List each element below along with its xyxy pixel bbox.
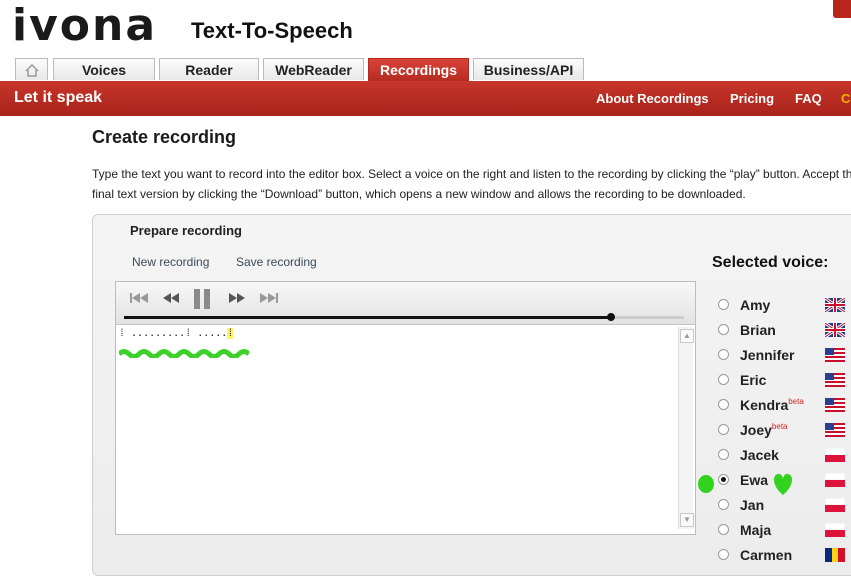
page-title: Create recording (92, 127, 237, 147)
tab-business-api[interactable]: Business/API (473, 58, 584, 80)
main-tabs: Voices Reader WebReader Recordings Busin… (0, 58, 851, 81)
green-annotation-mark (773, 473, 793, 495)
corner-button[interactable] (833, 0, 851, 18)
voice-radio[interactable] (718, 374, 729, 385)
seek-bar[interactable] (124, 313, 684, 321)
intro-line-1: Type the text you want to record into th… (92, 167, 851, 181)
voice-radio[interactable] (718, 449, 729, 460)
text-editor[interactable]: ⁞ .........⁞ .....⁞ (118, 327, 674, 531)
intro-text: Type the text you want to record into th… (92, 164, 851, 204)
flag-us-icon (825, 373, 845, 387)
about-recordings-link[interactable]: About Recordings (596, 91, 709, 106)
editor-box: ⁞ .........⁞ .....⁞ ▲ ▼ (115, 281, 696, 535)
scroll-down-icon[interactable]: ▼ (680, 513, 694, 527)
flag-pl-icon (825, 448, 845, 462)
flag-pl-icon (825, 473, 845, 487)
voice-option-jennifer[interactable]: Jennifer (718, 345, 851, 365)
scroll-up-icon[interactable]: ▲ (680, 329, 694, 343)
faq-link[interactable]: FAQ (795, 91, 822, 106)
forward-icon[interactable] (228, 292, 246, 304)
green-annotation-mark (698, 475, 714, 493)
intro-line-2: final text version by clicking the “Down… (92, 187, 746, 201)
voice-name: Jan (740, 497, 765, 513)
voice-name: Jennifer (740, 347, 795, 363)
panel-title: Prepare recording (130, 223, 242, 238)
rewind-icon[interactable] (162, 292, 180, 304)
pricing-link[interactable]: Pricing (730, 91, 774, 106)
pause-icon[interactable] (194, 289, 210, 309)
tab-webreader[interactable]: WebReader (263, 58, 364, 80)
voice-radio[interactable] (718, 424, 729, 435)
voice-name: Amy (740, 297, 771, 313)
flag-uk-icon (825, 323, 845, 337)
flag-ro-icon (825, 548, 845, 562)
voice-option-brian[interactable]: Brian (718, 320, 851, 340)
flag-us-icon (825, 423, 845, 437)
selected-voice-title: Selected voice: (712, 254, 829, 271)
voice-option-joey[interactable]: Joeybeta (718, 420, 851, 440)
editor-text-line: ⁞ .........⁞ .....⁞ (119, 328, 234, 339)
voice-name: Joeybeta (740, 422, 788, 438)
new-recording-link[interactable]: New recording (132, 255, 209, 269)
tab-voices[interactable]: Voices (53, 58, 155, 80)
skip-back-icon[interactable] (130, 292, 150, 304)
beta-badge: beta (771, 422, 788, 431)
voice-radio[interactable] (718, 324, 729, 335)
green-highlight-mark (119, 349, 249, 358)
voice-radio[interactable] (718, 499, 729, 510)
editor-scrollbar[interactable]: ▲ ▼ (678, 327, 694, 529)
voice-name: Carmen (740, 547, 793, 563)
save-recording-link[interactable]: Save recording (236, 255, 317, 269)
voice-name: Eric (740, 372, 767, 388)
tab-reader[interactable]: Reader (159, 58, 259, 80)
voice-radio[interactable] (718, 399, 729, 410)
beta-badge: beta (788, 397, 804, 406)
voice-radio[interactable] (718, 474, 729, 485)
voice-option-eric[interactable]: Eric (718, 370, 851, 390)
site-header: ivona Text-To-Speech (0, 0, 851, 58)
voice-option-carmen[interactable]: Carmen (718, 545, 851, 565)
voice-option-jan[interactable]: Jan (718, 495, 851, 515)
tagline: Let it speak (14, 89, 103, 106)
skip-forward-icon[interactable] (258, 292, 278, 304)
voice-radio[interactable] (718, 549, 729, 560)
voice-radio[interactable] (718, 524, 729, 535)
flag-us-icon (825, 348, 845, 362)
seek-progress (124, 316, 611, 319)
flag-uk-icon (825, 298, 845, 312)
seek-handle[interactable] (607, 313, 615, 321)
voice-name: Brian (740, 322, 776, 338)
home-icon (24, 63, 39, 77)
tab-home[interactable] (15, 58, 48, 80)
voice-name: Maja (740, 522, 772, 538)
voice-option-kendra[interactable]: Kendrabeta (718, 395, 851, 415)
flag-us-icon (825, 398, 845, 412)
voice-name: Ewa (740, 472, 769, 488)
voice-option-jacek[interactable]: Jacek (718, 445, 851, 465)
voice-name: Jacek (740, 447, 779, 463)
flag-pl-icon (825, 523, 845, 537)
audio-player (116, 282, 695, 325)
flag-pl-icon (825, 498, 845, 512)
tab-recordings[interactable]: Recordings (368, 58, 469, 81)
voice-option-maja[interactable]: Maja (718, 520, 851, 540)
cut-off-link[interactable]: C (841, 91, 850, 106)
voice-radio[interactable] (718, 299, 729, 310)
voice-option-amy[interactable]: Amy (718, 295, 851, 315)
ivona-logo[interactable]: ivona (12, 4, 157, 48)
voice-radio[interactable] (718, 349, 729, 360)
site-title: Text-To-Speech (191, 18, 353, 43)
subnav-bar: Let it speak About Recordings Pricing FA… (0, 81, 851, 116)
voice-name: Kendrabeta (740, 397, 804, 413)
